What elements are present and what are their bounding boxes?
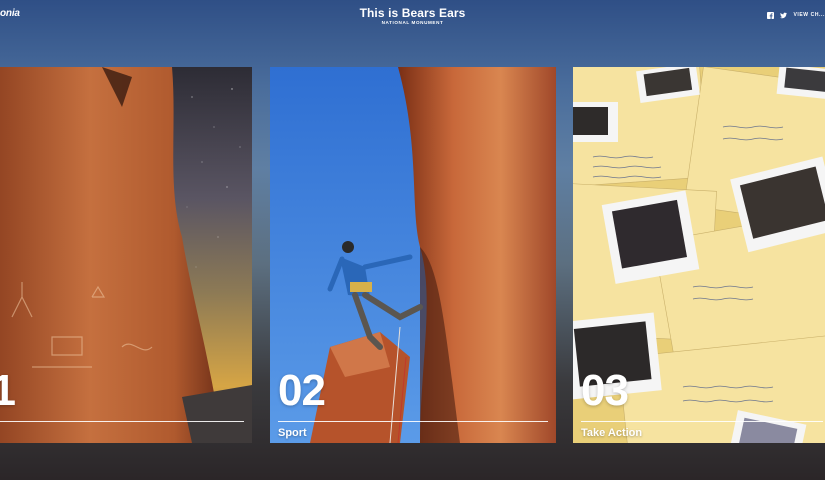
card-divider	[278, 421, 548, 422]
card-divider	[0, 421, 244, 422]
card-number: 02	[278, 366, 326, 415]
card-label[interactable]: Take Action	[581, 427, 642, 439]
site-title: This is Bears Ears National Monument	[0, 6, 825, 25]
facebook-icon[interactable]	[767, 11, 775, 19]
card-take-action[interactable]: 03 Take Action	[573, 67, 825, 443]
card-sport[interactable]: 02 Sport	[270, 67, 556, 443]
card-number: 03	[581, 366, 629, 415]
top-right-links: VIEW CH...	[767, 10, 825, 20]
card-number: 01	[0, 366, 16, 415]
top-bar: onia This is Bears Ears National Monumen…	[0, 0, 825, 40]
page-title[interactable]: This is Bears Ears	[0, 6, 825, 20]
twitter-icon[interactable]	[780, 12, 788, 19]
card-divider	[581, 421, 823, 422]
view-link[interactable]: VIEW CH...	[793, 12, 825, 18]
card-culture[interactable]: 01 ure	[0, 67, 252, 443]
card-label[interactable]: Sport	[278, 427, 307, 439]
page-subtitle: National Monument	[381, 20, 444, 25]
card-image-rock-art-night-sky	[0, 67, 252, 443]
